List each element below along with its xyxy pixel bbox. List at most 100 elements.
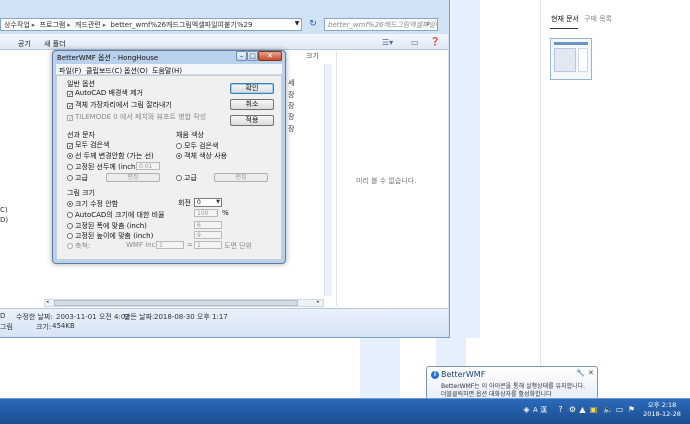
show-hidden-icons-icon[interactable]: ▲ [578,405,587,415]
view-options-icon[interactable]: ☰▾ [382,38,393,47]
tab-current-documents[interactable]: 현재 문서 [551,14,579,24]
horizontal-scroll-thumb[interactable] [54,300,298,306]
checkbox-checked-icon: ✓ [67,103,74,110]
fill-object-color-radio[interactable]: 객체 색상 사용 [176,151,227,161]
fit-height-input[interactable]: 9 [194,231,222,239]
radio-unselected-icon [67,233,73,239]
ratio-input[interactable]: 100 [194,209,218,217]
ime-toolbar-icon[interactable]: ◈ [522,405,531,415]
file-detail-fragment: 세 [288,79,295,87]
size-label: 크기: [36,323,52,331]
lines-all-black-label: 모두 검은색 [75,141,110,149]
fill-all-black-label: 모두 검은색 [184,142,219,150]
preview-pane-icon[interactable]: ▭ [411,38,419,47]
radio-unselected-icon [67,175,73,181]
breadcrumb-3[interactable]: better_wmf%26캐드그림엑셀파일여붙기%29 [111,21,253,29]
window-shadow [450,0,480,338]
scale-input-drawing[interactable]: 1 [194,241,222,249]
fit-width-label: 고정된 폭에 맞춤 (inch) [75,222,147,230]
tilemode-checkbox[interactable]: ✓ TILEMODE 0 에서 페치와 뷰포트 병합 작성 [67,112,206,122]
lines-advanced-radio[interactable]: 고급 [67,173,88,183]
rotate-value: 0 [197,199,201,206]
scroll-left-icon[interactable]: ◂ [46,299,49,305]
fit-width-input[interactable]: 6 [194,221,222,229]
scroll-right-icon[interactable]: ▸ [317,299,320,305]
tab-purchase-list[interactable]: 구매 목록 [584,14,612,24]
betterwmf-tray-icon[interactable]: ▣ [589,405,598,415]
radio-unselected-icon [67,212,73,218]
lines-edit-button[interactable]: 편집 [106,173,160,182]
refresh-icon[interactable]: ↻ [306,19,320,30]
fit-height-radio[interactable]: 고정된 높이에 맞춤 (inch) [67,231,153,241]
radio-selected-icon [67,201,73,207]
nav-drive-fragment[interactable]: C) [0,206,8,214]
fixed-line-width-input[interactable]: 0.01 [136,162,160,170]
fill-all-black-radio[interactable]: 모두 검은색 [176,141,218,151]
radio-unselected-icon [176,143,182,149]
nav-drive-fragment[interactable]: D) [0,216,8,224]
lines-text-title: 선과 문자 [67,131,95,139]
rotate-label: 회전 [178,199,191,207]
keep-size-radio[interactable]: 크기 수정 안함 [67,199,118,209]
explorer-toolbar [0,34,448,50]
file-detail-fragment: 장 [288,113,295,121]
file-detail-fragment: 장 [288,125,295,133]
volume-icon[interactable]: 🔈 [603,405,613,415]
search-icon[interactable]: ⌕ [426,19,436,29]
document-thumbnail[interactable] [550,38,592,80]
keep-line-width-radio[interactable]: 선 두께 변경안함 (가는 선) [67,151,154,161]
breadcrumb-2[interactable]: 캐드관련 [75,21,101,29]
tray-settings-icon[interactable]: ⚙ [568,405,577,415]
help-icon[interactable]: ? [556,405,565,415]
help-icon[interactable]: ❓ [430,37,440,46]
scale-input-wmf[interactable]: 1 [156,241,184,249]
search-input[interactable]: better_wmf%26캐드그림엑셀파일여붙기... [324,18,438,31]
network-icon[interactable]: ▭ [615,405,624,415]
tilemode-label: TILEMODE 0 에서 페치와 뷰포트 병합 작성 [75,113,207,121]
action-center-flag-icon[interactable]: ⚑ [627,405,636,415]
breadcrumb-1[interactable]: 프로그램 [40,21,66,29]
ratio-radio[interactable]: AutoCAD의 크기에 대한 비율 [67,210,165,220]
cancel-button[interactable]: 취소 [230,99,274,110]
balloon-close-icon[interactable]: ✕ [588,369,594,377]
new-folder-button[interactable]: 새 폴더 [44,39,66,49]
ime-mode-indicator[interactable]: A 漢 [533,405,547,415]
file-list-scrollbar[interactable] [324,64,332,296]
maximize-icon[interactable]: □ [247,51,258,61]
checkbox-checked-icon: ✓ [67,91,74,98]
balloon-line-2: 더블클릭하면 옵션 대화상자를 활성화합니다 [441,391,552,398]
address-bar[interactable]: 상수작업 ▸ 프로그램 ▸ 캐드관련 ▸ better_wmf%26캐드그림엑셀파일여… [0,18,302,31]
apply-button[interactable]: 적용 [230,115,274,126]
remove-background-label: AutoCAD 배경색 제거 [75,89,143,97]
taskbar-clock[interactable]: 오후 2:18 2018-12-28 [640,401,684,419]
address-dropdown-icon[interactable]: ▼ [292,18,302,31]
search-placeholder: better_wmf%26캐드그림엑셀파일여붙기... [328,21,437,29]
lines-all-black-checkbox[interactable]: ✓ 모두 검은색 [67,140,109,150]
ok-button[interactable]: 확인 [230,83,274,94]
rotate-select[interactable]: 0 ▼ [194,198,222,207]
close-icon[interactable]: ✕ [258,51,282,61]
breadcrumb-0[interactable]: 상수작업 [4,21,30,29]
preview-message: 미리 볼 수 없습니다. [356,177,417,185]
fixed-line-width-radio[interactable]: 고정된 선두께 (inch) [67,162,138,172]
fit-width-radio[interactable]: 고정된 폭에 맞춤 (inch) [67,221,147,231]
dialog-title: BetterWMF 옵션 - HongHouse [57,54,159,62]
column-header-size[interactable]: 크기 [284,51,324,63]
radio-unselected-icon [67,164,73,170]
crop-edges-checkbox[interactable]: ✓ 객체 가장자리에서 그림 잘라내기 [67,100,172,110]
file-detail-fragment: 장 [288,91,295,99]
balloon-options-icon[interactable]: 🔧 [576,369,585,377]
remove-background-checkbox[interactable]: ✓ AutoCAD 배경색 제거 [67,88,143,98]
fill-color-title: 채움 색상 [176,131,204,139]
minimize-icon[interactable]: – [236,51,247,61]
lines-advanced-label: 고급 [75,174,88,182]
fill-advanced-radio[interactable]: 고급 [176,173,197,183]
fill-edit-button[interactable]: 편집 [214,173,268,182]
address-row: 상수작업 ▸ 프로그램 ▸ 캐드관련 ▸ better_wmf%26캐드그림엑셀파일여… [0,16,442,32]
status-type-fragment: 그림 [0,323,13,331]
active-tab-indicator [550,28,578,29]
scale-radio[interactable]: 축척: [67,241,90,251]
created-value: 2018-08-30 오후 1:17 [154,313,228,321]
organize-button[interactable]: 공기 [18,39,31,49]
wmf-inch-label: WMF inch [126,241,160,249]
